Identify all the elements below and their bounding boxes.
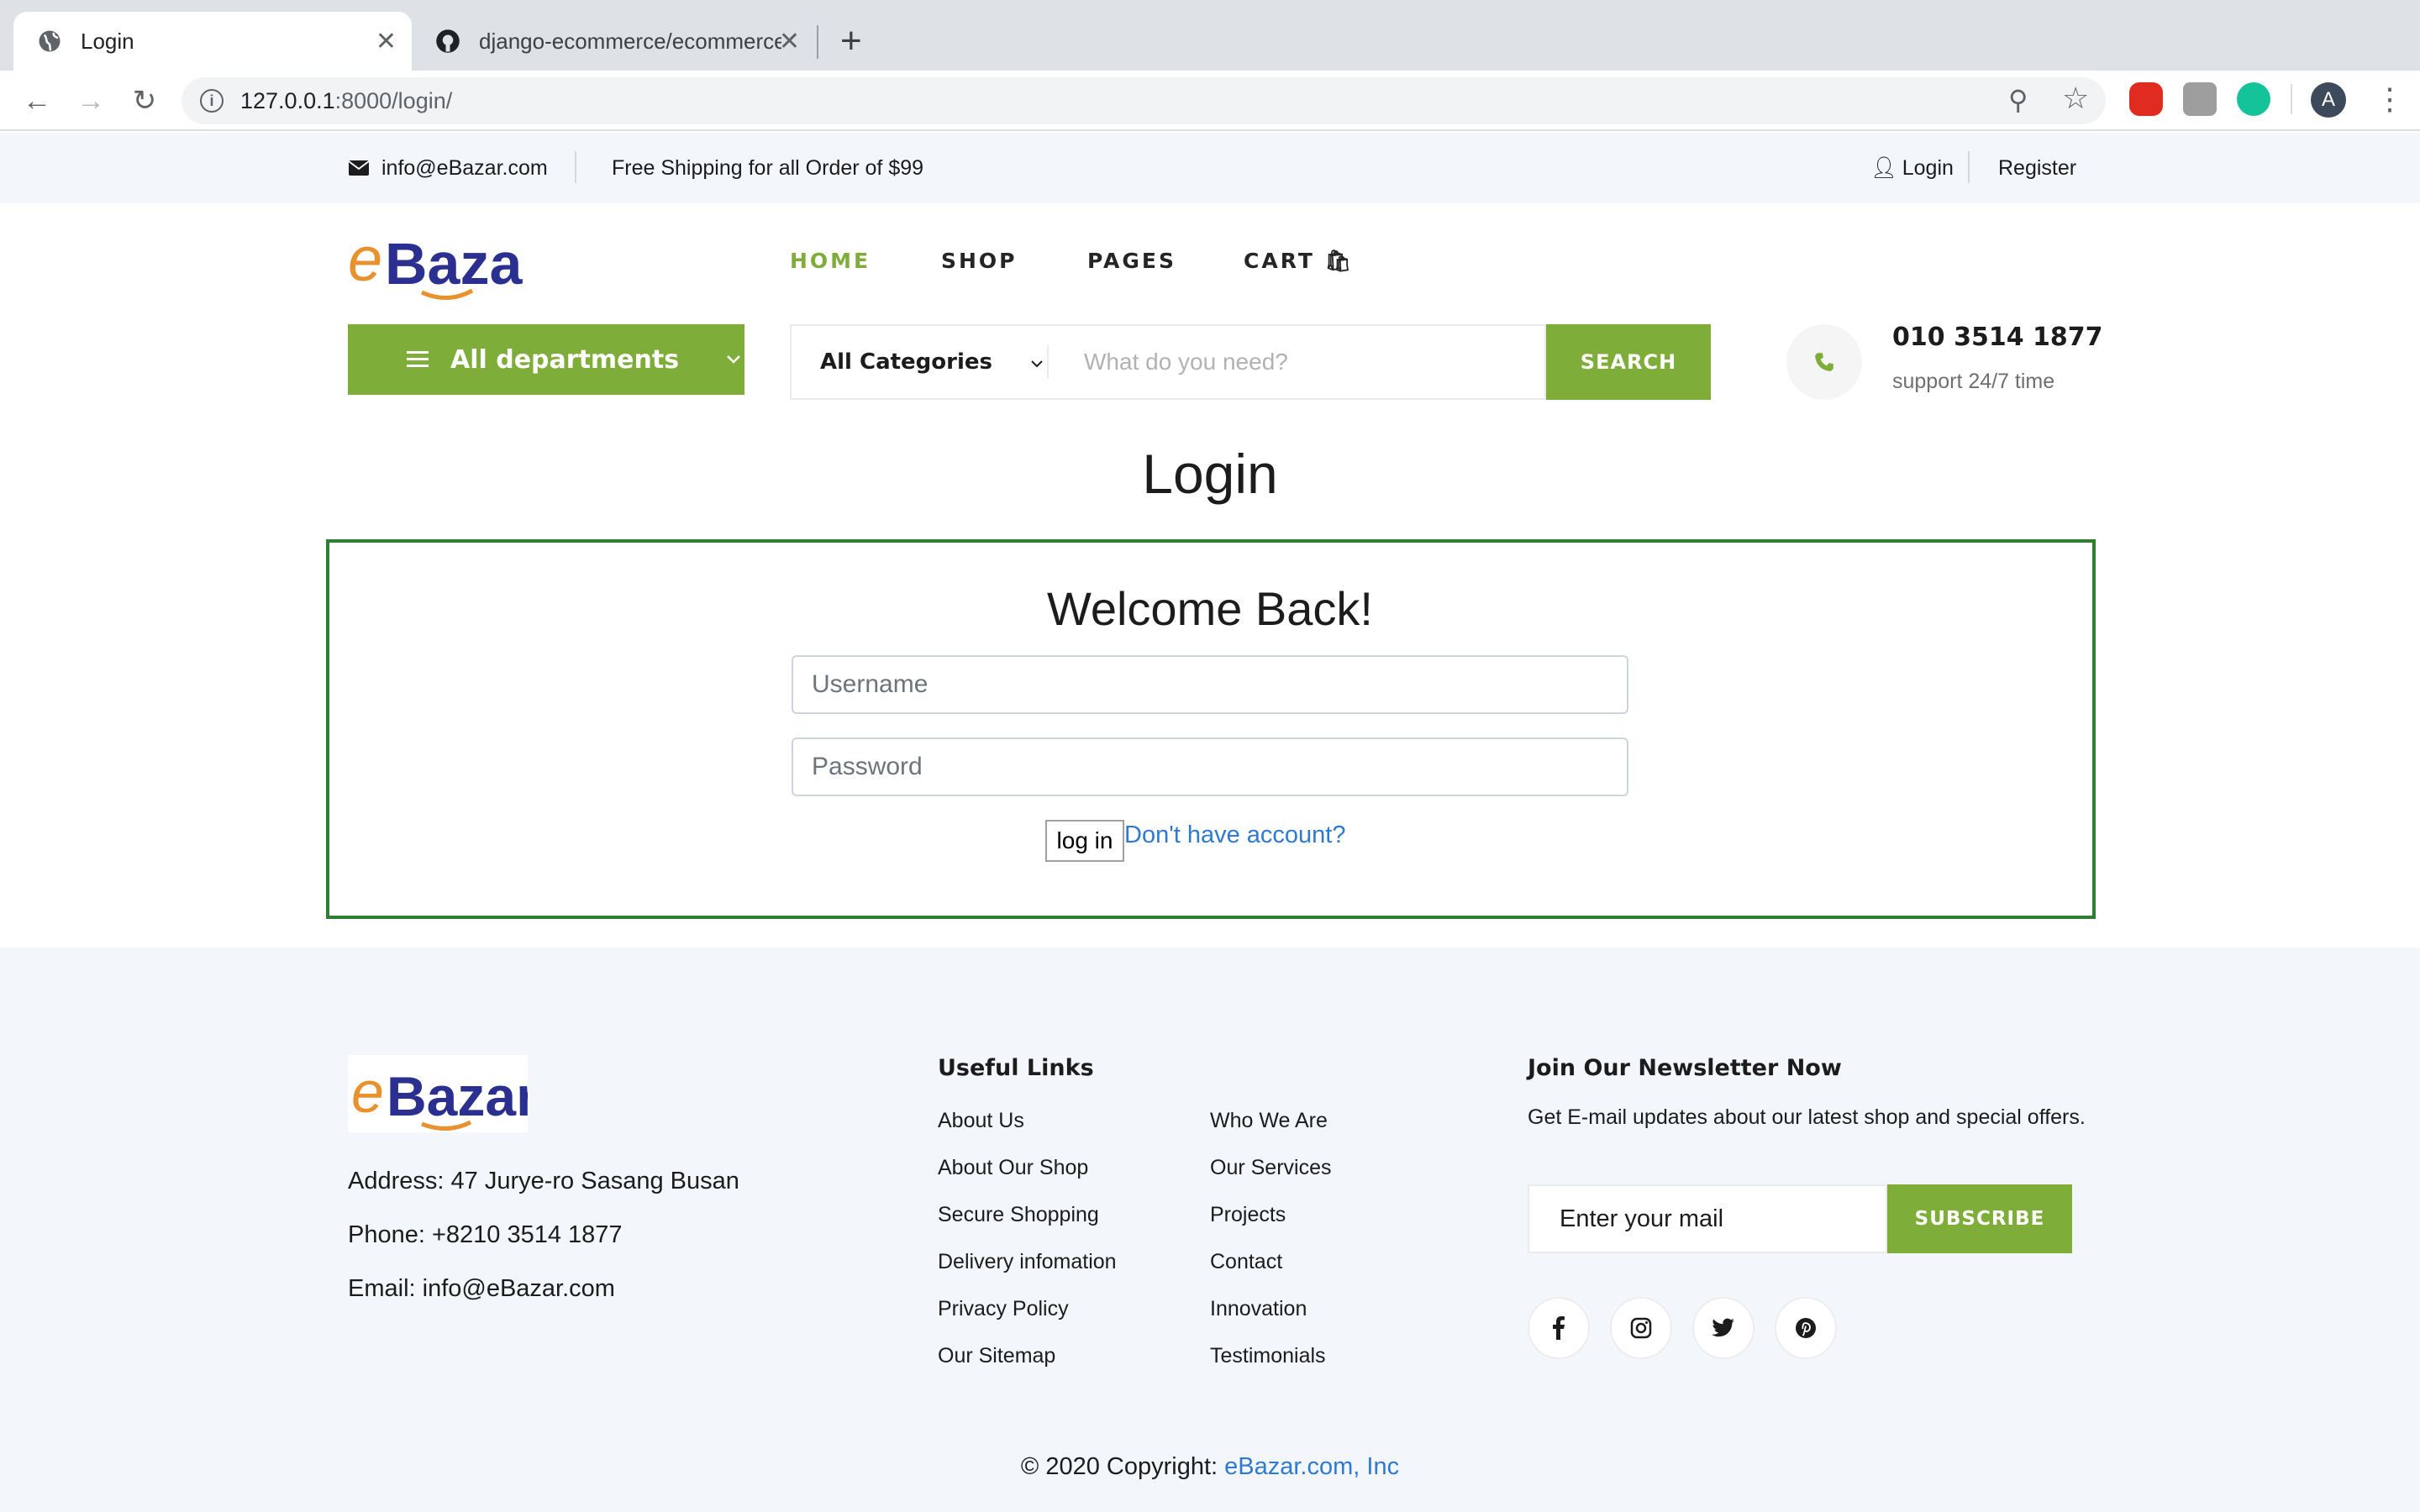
site-info-icon[interactable]: i [200,89,224,113]
top-email: info@eBazar.com [381,155,548,180]
page-title: Login [1142,443,1278,505]
login-button[interactable]: log in [1045,820,1124,862]
user-icon: 👤︎ [1870,155,1897,180]
copyright-text: © 2020 Copyright: [1020,1453,1225,1480]
footer-link-about-us[interactable]: About Us [938,1109,1024,1133]
category-selected: All Categories [820,349,993,375]
footer-link-contact[interactable]: Contact [1210,1250,1282,1274]
logo-e: e [348,224,382,294]
all-departments-button[interactable]: All departments [348,324,744,395]
hamburger-icon [407,351,429,367]
github-icon [436,29,460,53]
footer-link-innovation[interactable]: Innovation [1210,1297,1307,1321]
pinterest-icon[interactable] [1775,1297,1837,1359]
instagram-icon[interactable] [1610,1297,1672,1359]
search-button[interactable]: SEARCH [1546,324,1711,400]
footer-link-privacy[interactable]: Privacy Policy [938,1297,1069,1321]
forward-icon[interactable]: → [71,81,111,121]
extension-icon[interactable] [2183,82,2217,116]
departments-label: All departments [450,344,680,375]
url-path: :8000/login/ [334,87,453,113]
footer-link-services[interactable]: Our Services [1210,1156,1331,1180]
url-host: 127.0.0.1 [240,87,335,113]
nav-home[interactable]: HOME [790,249,871,273]
bookmark-star-icon[interactable]: ☆ [2062,81,2089,116]
mail-icon [348,160,370,176]
tab-github[interactable]: django-ecommerce/ecommerce ✕ [412,12,815,71]
twitter-icon[interactable] [1692,1297,1754,1359]
nav-pages[interactable]: PAGES [1087,249,1176,273]
nav-shop[interactable]: SHOP [941,249,1018,273]
facebook-icon[interactable] [1528,1297,1590,1359]
footer-link-projects[interactable]: Projects [1210,1203,1286,1227]
footer-link-about-shop[interactable]: About Our Shop [938,1156,1088,1180]
site-logo[interactable]: e Bazar [346,220,524,304]
profile-avatar[interactable]: A [2311,82,2346,118]
adblock-extension-icon[interactable] [2129,82,2163,116]
header-support-text: support 24/7 time [1892,370,2055,393]
nav-cart-label: CART [1244,249,1315,273]
profile-initial: A [2321,88,2335,111]
welcome-heading: Welcome Back! [1047,582,1373,635]
tab-login[interactable]: Login ✕ [13,12,412,71]
top-login-link[interactable]: Login [1902,156,1954,181]
username-input[interactable] [792,655,1628,714]
topbar-divider [1968,151,1970,183]
logo-bazar: Bazar [387,1065,528,1127]
tab-title: django-ecommerce/ecommerce [479,28,781,54]
newsletter-email-input[interactable] [1528,1184,1887,1253]
footer-email: Email: info@eBazar.com [348,1275,615,1302]
footer-link-who-we-are[interactable]: Who We Are [1210,1109,1328,1133]
reload-icon[interactable]: ↻ [124,81,165,121]
footer-logo[interactable]: e Bazar [348,1055,528,1132]
logo-bazar: Bazar [385,231,524,297]
browser-menu-icon[interactable]: ⋮ [2375,81,2405,118]
footer-link-secure-shopping[interactable]: Secure Shopping [938,1203,1099,1227]
search-input[interactable] [1069,326,1544,398]
footer-link-delivery[interactable]: Delivery infomation [938,1250,1117,1274]
globe-icon [39,30,60,52]
search-form: All Categories [790,324,1546,400]
header-phone-number: 010 3514 1877 [1892,323,2103,352]
close-tab-icon[interactable]: ✕ [779,27,800,56]
new-tab-icon[interactable]: + [840,20,862,62]
tab-title: Login [81,28,134,54]
footer-phone: Phone: +8210 3514 1877 [348,1221,623,1248]
copyright-link[interactable]: eBazar.com, Inc [1224,1453,1399,1480]
footer-link-testimonials[interactable]: Testimonials [1210,1344,1326,1368]
footer-address: Address: 47 Jurye-ro Sasang Busan [348,1168,739,1194]
tab-divider [817,25,818,59]
phone-icon [1786,324,1862,400]
topbar-divider [575,151,576,183]
close-tab-icon[interactable]: ✕ [376,27,397,56]
top-register-link[interactable]: Register [1998,156,2076,181]
logo-e: e [351,1059,384,1125]
useful-links-heading: Useful Links [938,1055,1094,1081]
newsletter-description: Get E-mail updates about our latest shop… [1528,1105,2086,1129]
address-bar[interactable]: i 127.0.0.1:8000/login/ [182,77,2106,124]
toolbar-divider [2291,84,2292,114]
footer-link-sitemap[interactable]: Our Sitemap [938,1344,1055,1368]
grammarly-extension-icon[interactable] [2237,82,2270,116]
subscribe-button[interactable]: SUBSCRIBE [1887,1184,2072,1253]
newsletter-heading: Join Our Newsletter Now [1528,1055,1842,1081]
chevron-down-icon [1031,360,1043,368]
password-input[interactable] [792,738,1628,796]
signup-link[interactable]: Don't have account? [1124,822,1346,849]
category-select[interactable]: All Categories [792,326,1069,398]
zoom-icon[interactable]: ⚲ [2008,84,2028,116]
copyright: © 2020 Copyright: eBazar.com, Inc [0,1453,2420,1481]
site-top-bar: info@eBazar.com Free Shipping for all Or… [0,133,2420,203]
chevron-down-icon [727,355,740,364]
top-shipping: Free Shipping for all Order of $99 [612,155,924,180]
nav-cart[interactable]: CART 🛍︎ [1244,249,1354,274]
back-icon[interactable]: ← [17,81,57,121]
shopping-bag-icon: 🛍︎ [1324,249,1355,273]
